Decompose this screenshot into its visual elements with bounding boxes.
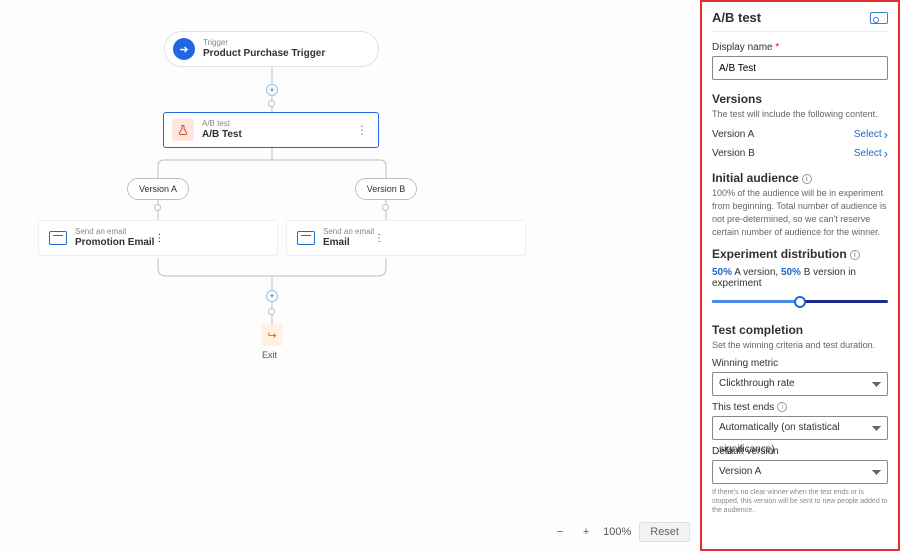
panel-header-icon[interactable] — [870, 12, 888, 24]
trigger-kicker: Trigger — [203, 38, 325, 48]
info-icon[interactable]: i — [802, 174, 812, 184]
panel-title: A/B test — [712, 10, 761, 25]
connector-ring — [268, 100, 275, 107]
version-b-label: Version B — [712, 148, 755, 159]
flask-icon — [172, 119, 194, 141]
distribution-heading: Experiment distributioni — [712, 247, 888, 261]
distribution-text: 50% A version, 50% B version in experime… — [712, 267, 888, 289]
connectors — [0, 0, 700, 551]
metric-label: Winning metric — [712, 358, 888, 369]
zoom-value: 100% — [603, 526, 631, 538]
zoom-reset-button[interactable]: Reset — [639, 522, 690, 542]
version-b-select[interactable]: Select — [854, 148, 888, 159]
distribution-slider[interactable] — [712, 293, 888, 311]
ab-kicker: A/B test — [202, 119, 242, 129]
info-icon[interactable]: i — [850, 250, 860, 260]
completion-desc: Set the winning criteria and test durati… — [712, 339, 888, 352]
ab-title: A/B Test — [202, 129, 242, 141]
display-name-input[interactable] — [712, 56, 888, 80]
ends-label: This test endsi — [712, 402, 888, 413]
display-name-label: Display name * — [712, 42, 779, 53]
email-node-a[interactable]: Send an email Promotion Email ⋮ — [38, 220, 278, 256]
version-a-select[interactable]: Select — [854, 129, 888, 140]
default-footnote: If there's no clear winner when the test… — [712, 488, 888, 515]
email-icon — [297, 231, 315, 245]
ends-select[interactable]: Automatically (on statistical significan… — [712, 416, 888, 440]
branch-a-pill[interactable]: Version A — [127, 178, 189, 200]
version-a-label: Version A — [712, 129, 754, 140]
connector-ring — [154, 204, 161, 211]
node-menu-icon[interactable]: ⋮ — [154, 233, 164, 244]
trigger-icon: ➜ — [173, 38, 195, 60]
versions-heading: Versions — [712, 92, 888, 106]
versions-desc: The test will include the following cont… — [712, 108, 888, 121]
slider-thumb[interactable] — [794, 296, 806, 308]
email-a-title: Promotion Email — [75, 237, 154, 249]
email-icon — [49, 231, 67, 245]
audience-desc: 100% of the audience will be in experime… — [712, 187, 888, 239]
email-a-kicker: Send an email — [75, 227, 154, 237]
exit-label: Exit — [262, 350, 277, 360]
default-select[interactable]: Version A — [712, 460, 888, 484]
zoom-out-button[interactable]: − — [551, 523, 569, 541]
exit-icon: ↪ — [261, 324, 283, 346]
node-menu-icon[interactable]: ⋮ — [356, 123, 368, 137]
metric-select[interactable]: Clickthrough rate — [712, 372, 888, 396]
completion-heading: Test completion — [712, 323, 888, 337]
info-icon[interactable]: i — [777, 402, 787, 412]
ab-test-panel: A/B test Display name * Versions The tes… — [700, 0, 900, 551]
email-b-title: Email — [323, 237, 374, 249]
email-node-b[interactable]: Send an email Email ⋮ — [286, 220, 526, 256]
connector-ring — [268, 308, 275, 315]
default-label: Default version — [712, 446, 888, 457]
audience-heading: Initial audiencei — [712, 171, 888, 185]
trigger-title: Product Purchase Trigger — [203, 48, 325, 60]
node-menu-icon[interactable]: ⋮ — [374, 233, 384, 244]
zoom-toolbar: − + 100% Reset — [551, 519, 690, 545]
email-b-kicker: Send an email — [323, 227, 374, 237]
add-step-button[interactable]: + — [266, 84, 278, 96]
branch-b-pill[interactable]: Version B — [355, 178, 417, 200]
trigger-node[interactable]: ➜ Trigger Product Purchase Trigger — [164, 31, 379, 67]
journey-canvas[interactable]: ➜ Trigger Product Purchase Trigger + A/B… — [0, 0, 700, 551]
add-step-button[interactable]: + — [266, 290, 278, 302]
ab-test-node[interactable]: A/B test A/B Test ⋮ — [163, 112, 379, 148]
connector-ring — [382, 204, 389, 211]
zoom-in-button[interactable]: + — [577, 523, 595, 541]
